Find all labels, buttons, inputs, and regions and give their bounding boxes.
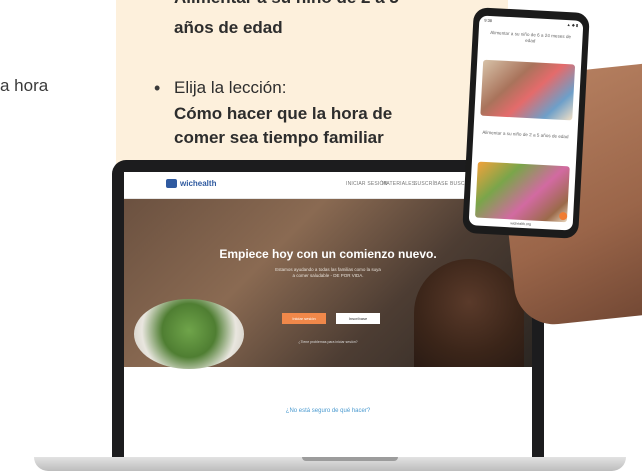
lesson-category-line1: Alimentar a su niño de 2 a 5 xyxy=(174,0,399,8)
hero-subtitle: Estamos ayudando a todas las familias co… xyxy=(275,267,381,278)
phone-screen: 9:38 ▲ ◆ ▮ Alimentar a su niño de 6 a 24… xyxy=(468,15,584,231)
logo-icon xyxy=(166,179,177,189)
choose-lesson-label: Elija la lección: xyxy=(174,78,287,97)
lesson-card-2-5-years[interactable]: Alimentar a su niño de 2 a 5 años de eda… xyxy=(481,130,569,141)
register-button[interactable]: Inscríbase xyxy=(336,313,380,324)
lesson-category-line2: años de edad xyxy=(174,18,283,37)
grocery-photo[interactable] xyxy=(474,161,570,223)
smartphone: 9:38 ▲ ◆ ▮ Alimentar a su niño de 6 a 24… xyxy=(462,7,590,239)
bullet-icon: • xyxy=(154,78,161,98)
instruction-panel: Alimentar a su niño de 2 a 5 años de eda… xyxy=(116,0,508,168)
lesson-title-line1: Cómo hacer que la hora de xyxy=(174,104,393,123)
lesson-title-line2: comer sea tiempo familiar xyxy=(174,128,384,147)
family-meal-photo[interactable] xyxy=(480,59,576,121)
salad-plate-image xyxy=(134,299,244,369)
not-sure-link[interactable]: ¿No está seguro de qué hacer? xyxy=(124,408,532,414)
phone-time: 9:38 xyxy=(484,17,493,24)
laptop-notch xyxy=(302,457,398,461)
nav-materials[interactable]: MATERIALES xyxy=(382,181,415,187)
child-image xyxy=(414,259,524,367)
nav-subscribe[interactable]: SUSCRÍBASE xyxy=(414,181,448,187)
cropped-text-fragment: a hora xyxy=(0,76,49,95)
site-logo[interactable]: wichealth xyxy=(166,179,216,189)
login-button[interactable]: Iniciar sesión xyxy=(282,313,326,324)
login-help-link[interactable]: ¿Tiene problemas para iniciar sesión? xyxy=(274,340,382,344)
lesson-card-6-24-months[interactable]: Alimentar a su niño de 6 a 24 meses de e… xyxy=(486,30,575,47)
laptop-base xyxy=(34,457,626,471)
status-icons: ▲ ◆ ▮ xyxy=(566,22,579,28)
hero-title: Empiece hoy con un comienzo nuevo. xyxy=(219,247,437,261)
